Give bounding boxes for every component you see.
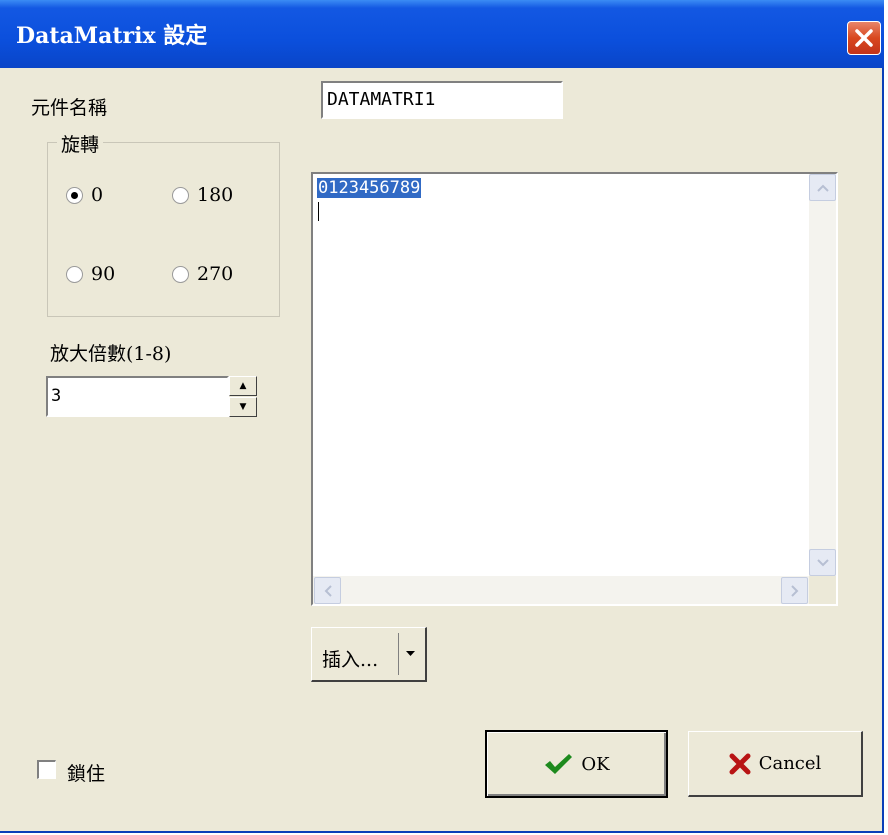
- rotation-radio-180[interactable]: 180: [172, 184, 233, 206]
- spin-down-button[interactable]: ▼: [229, 397, 257, 417]
- component-name-input[interactable]: DATAMATRI1: [321, 81, 563, 119]
- x-cross-icon: [729, 753, 751, 774]
- lock-label: 鎖住: [67, 763, 106, 785]
- content-text: 0123456789: [317, 178, 422, 198]
- scroll-right-button[interactable]: [781, 577, 808, 604]
- window-title: DataMatrix 設定: [16, 23, 208, 49]
- component-name-label: 元件名稱: [31, 97, 108, 119]
- radio-button[interactable]: [172, 186, 189, 204]
- title-bar[interactable]: DataMatrix 設定: [0, 0, 884, 68]
- magnification-spinner[interactable]: ▲ ▼: [229, 376, 257, 417]
- ok-button[interactable]: OK: [485, 730, 668, 798]
- chevron-up-icon: [816, 184, 829, 192]
- caret-down-icon: [406, 651, 415, 656]
- scroll-left-button[interactable]: [314, 577, 341, 604]
- lock-checkbox[interactable]: [37, 760, 56, 779]
- cancel-label: Cancel: [758, 753, 822, 774]
- checkmark-icon: [545, 754, 573, 774]
- arrow-down-icon: ▼: [239, 402, 247, 412]
- dropdown-arrow[interactable]: [398, 633, 422, 675]
- insert-dropdown-button[interactable]: 插入...: [311, 627, 427, 682]
- arrow-up-icon: ▲: [239, 381, 247, 391]
- radio-label: 90: [91, 263, 116, 285]
- horizontal-scrollbar[interactable]: [313, 576, 809, 604]
- content-textarea[interactable]: 0123456789: [311, 172, 838, 606]
- rotation-radio-0[interactable]: 0: [66, 184, 103, 206]
- chevron-right-icon: [790, 584, 798, 597]
- rotation-group-title: 旋轉: [57, 130, 104, 157]
- radio-button[interactable]: [66, 265, 83, 283]
- settings-dialog: DataMatrix 設定 元件名稱 DATAMATRI1 旋轉 0 180 9…: [0, 0, 884, 833]
- rotation-radio-270[interactable]: 270: [172, 263, 233, 285]
- insert-label: 插入...: [322, 649, 379, 671]
- component-name-value: DATAMATRI1: [327, 89, 436, 110]
- magnification-input[interactable]: 3: [46, 376, 229, 417]
- close-icon: [855, 29, 873, 47]
- radio-label: 180: [197, 184, 234, 206]
- vertical-scrollbar[interactable]: [809, 174, 836, 576]
- chevron-down-icon: [816, 558, 829, 566]
- scroll-down-button[interactable]: [809, 549, 836, 576]
- chevron-left-icon: [324, 584, 332, 597]
- close-button[interactable]: [847, 21, 881, 55]
- scrollbar-corner: [809, 576, 836, 604]
- radio-button[interactable]: [172, 265, 189, 283]
- magnification-label: 放大倍數(1-8): [50, 343, 172, 365]
- spin-up-button[interactable]: ▲: [229, 376, 257, 396]
- text-caret: [318, 202, 319, 221]
- rotation-group: [47, 142, 280, 317]
- rotation-radio-90[interactable]: 90: [66, 263, 115, 285]
- radio-label: 0: [91, 184, 104, 206]
- scroll-up-button[interactable]: [809, 174, 836, 201]
- ok-label: OK: [581, 753, 610, 775]
- radio-label: 270: [197, 263, 234, 285]
- cancel-button[interactable]: Cancel: [688, 731, 863, 797]
- radio-button[interactable]: [66, 186, 83, 204]
- magnification-value: 3: [51, 386, 62, 406]
